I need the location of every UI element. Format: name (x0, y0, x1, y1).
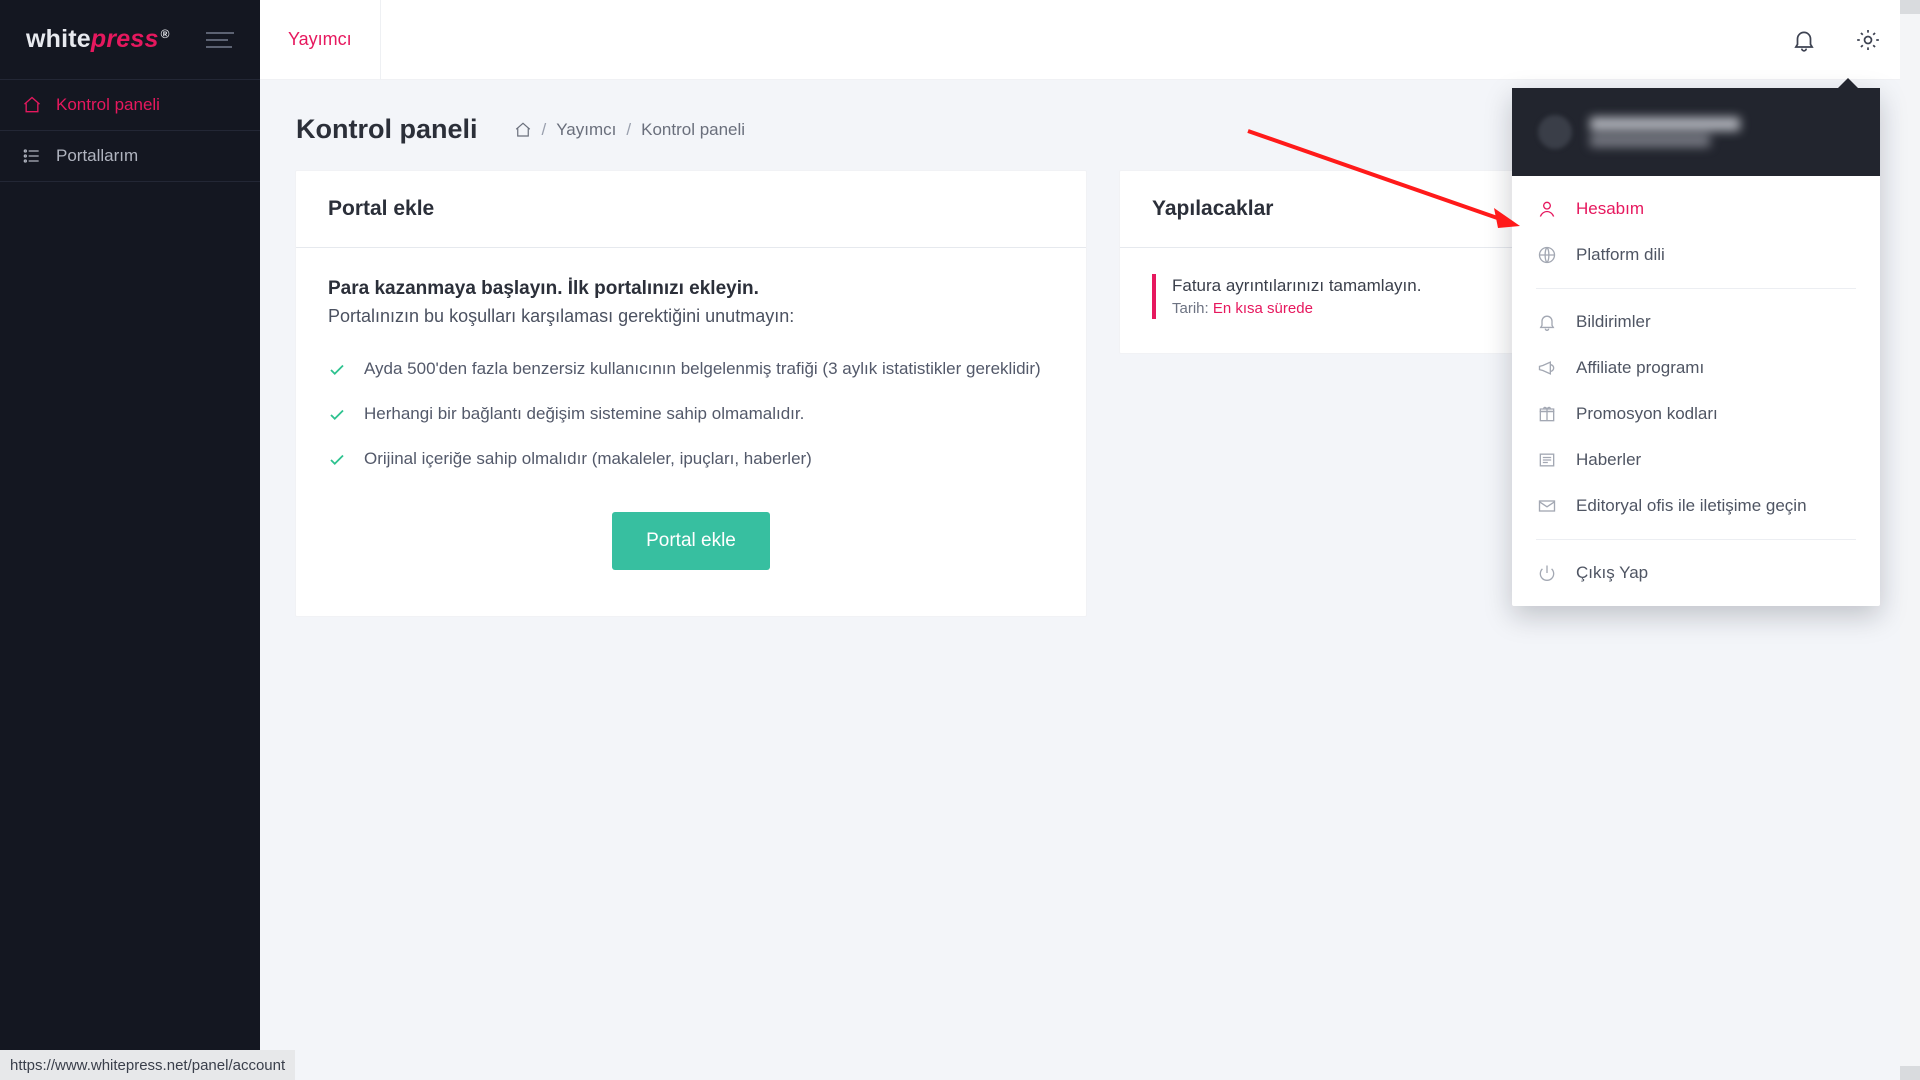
settings-dropdown: Hesabım Platform dili Bildirimler Affili… (1512, 88, 1880, 606)
bell-icon (1536, 311, 1558, 333)
home-breadcrumb-icon[interactable] (514, 121, 532, 139)
check-icon (328, 451, 348, 474)
menu-item-promo-codes[interactable]: Promosyon kodları (1512, 391, 1880, 437)
menu-item-account[interactable]: Hesabım (1512, 186, 1880, 232)
statusbar-text: https://www.whitepress.net/panel/account (10, 1057, 285, 1074)
brand-logo[interactable]: whitepress® (26, 25, 170, 54)
settings-button[interactable] (1836, 0, 1900, 80)
check-icon (328, 406, 348, 429)
menu-item-label: Platform dili (1576, 245, 1665, 265)
menu-item-label: Haberler (1576, 450, 1641, 470)
role-tab-publisher[interactable]: Yayımcı (260, 0, 381, 80)
bell-icon (1791, 27, 1817, 53)
requirement-text: Ayda 500'den fazla benzersiz kullanıcını… (364, 359, 1041, 379)
requirements-list: Ayda 500'den fazla benzersiz kullanıcını… (328, 349, 1054, 484)
todo-meta-label: Tarih: (1172, 300, 1209, 317)
menu-item-news[interactable]: Haberler (1512, 437, 1880, 483)
list-item: Ayda 500'den fazla benzersiz kullanıcını… (328, 349, 1054, 394)
user-info-redacted (1590, 117, 1740, 147)
menu-item-label: Promosyon kodları (1576, 404, 1718, 424)
menu-item-notifications[interactable]: Bildirimler (1512, 299, 1880, 345)
dropdown-separator (1536, 288, 1856, 289)
menu-item-language[interactable]: Platform dili (1512, 232, 1880, 278)
home-icon (22, 95, 42, 115)
brand-reg: ® (161, 27, 170, 41)
check-icon (328, 361, 348, 384)
menu-item-contact-editorial[interactable]: Editoryal ofis ile iletişime geçin (1512, 483, 1880, 529)
browser-scrollbar-down[interactable] (1900, 1066, 1920, 1080)
breadcrumb: / Yayımcı / Kontrol paneli (514, 120, 746, 140)
sidebar-item-label: Kontrol paneli (56, 95, 160, 115)
gear-icon (1855, 27, 1881, 53)
gift-icon (1536, 403, 1558, 425)
list-item: Orijinal içeriğe sahip olmalıdır (makale… (328, 439, 1054, 484)
requirement-text: Orijinal içeriğe sahip olmalıdır (makale… (364, 449, 812, 469)
requirement-text: Herhangi bir bağlantı değişim sistemine … (364, 404, 804, 424)
user-icon (1536, 198, 1558, 220)
sidebar-item-label: Portallarım (56, 146, 138, 166)
dropdown-user-header (1512, 88, 1880, 176)
globe-icon (1536, 244, 1558, 266)
menu-item-label: Affiliate programı (1576, 358, 1704, 378)
topbar: Yayımcı (260, 0, 1900, 80)
dropdown-body: Hesabım Platform dili Bildirimler Affili… (1512, 176, 1880, 606)
card-subtitle: Para kazanmaya başlayın. İlk portalınızı… (328, 278, 1054, 300)
todo-meta-due: En kısa sürede (1213, 300, 1313, 317)
dropdown-separator (1536, 539, 1856, 540)
sidebar-nav: Kontrol paneli Portallarım (0, 80, 260, 182)
breadcrumb-item[interactable]: Yayımcı (556, 120, 616, 140)
menu-item-label: Çıkış Yap (1576, 563, 1648, 583)
menu-item-label: Bildirimler (1576, 312, 1651, 332)
role-tab-label: Yayımcı (288, 29, 352, 50)
sidebar-item-portals[interactable]: Portallarım (0, 131, 260, 182)
list-icon (22, 146, 42, 166)
megaphone-icon (1536, 357, 1558, 379)
card-title: Portal ekle (328, 197, 1054, 221)
brand-part1: white (26, 25, 91, 53)
card-note: Portalınızın bu koşulları karşılaması ge… (328, 306, 1054, 327)
card-header: Portal ekle (296, 171, 1086, 248)
list-item: Herhangi bir bağlantı değişim sistemine … (328, 394, 1054, 439)
add-portal-card: Portal ekle Para kazanmaya başlayın. İlk… (296, 171, 1086, 616)
browser-scrollbar-track (1900, 0, 1920, 1080)
menu-item-label: Editoryal ofis ile iletişime geçin (1576, 496, 1807, 516)
card-body: Para kazanmaya başlayın. İlk portalınızı… (296, 248, 1086, 616)
news-icon (1536, 449, 1558, 471)
page-title: Kontrol paneli (296, 114, 478, 145)
sidebar-item-dashboard[interactable]: Kontrol paneli (0, 80, 260, 131)
statusbar: https://www.whitepress.net/panel/account (0, 1050, 295, 1080)
menu-item-label: Hesabım (1576, 199, 1644, 219)
menu-item-logout[interactable]: Çıkış Yap (1512, 550, 1880, 596)
sidebar: whitepress® Kontrol paneli Portallarım (0, 0, 260, 1080)
menu-item-affiliate[interactable]: Affiliate programı (1512, 345, 1880, 391)
breadcrumb-sep: / (626, 120, 631, 140)
sidebar-top: whitepress® (0, 0, 260, 80)
breadcrumb-item-current: Kontrol paneli (641, 120, 745, 140)
add-portal-button[interactable]: Portal ekle (612, 512, 770, 570)
browser-scrollbar-up[interactable] (1900, 0, 1920, 14)
brand-part2: press (91, 25, 159, 53)
breadcrumb-sep: / (542, 120, 547, 140)
sidebar-toggle-icon[interactable] (206, 32, 234, 48)
mail-icon (1536, 495, 1558, 517)
notifications-button[interactable] (1772, 0, 1836, 80)
avatar (1538, 115, 1572, 149)
power-icon (1536, 562, 1558, 584)
